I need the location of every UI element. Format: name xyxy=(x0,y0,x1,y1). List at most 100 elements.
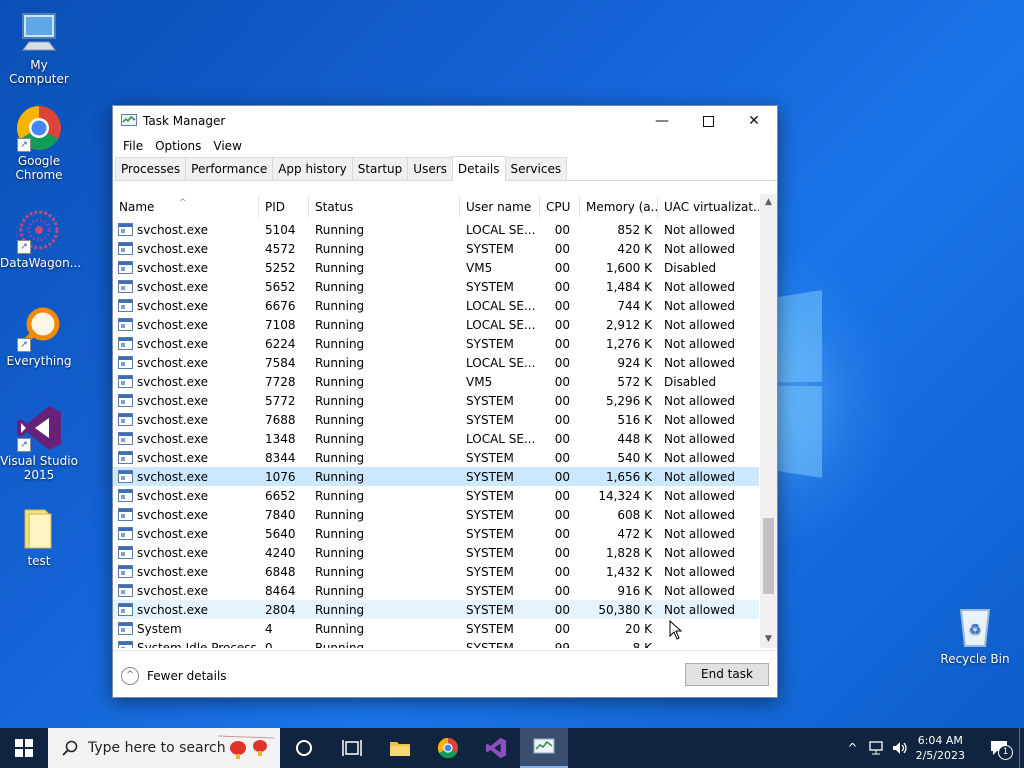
cell-memory: 8 K xyxy=(632,640,652,649)
recycle-bin-icon: ♻ xyxy=(951,602,999,650)
desktop-icon-datawagon[interactable]: ↗ DataWagon... xyxy=(0,206,81,270)
fewer-details-button[interactable]: ^ Fewer details xyxy=(121,667,227,685)
column-header-memory[interactable]: Memory (a... xyxy=(580,196,658,218)
cell-memory: 852 K xyxy=(617,222,652,237)
minimize-icon: — xyxy=(655,113,669,129)
close-button[interactable]: ✕ xyxy=(731,106,777,136)
column-header-user-name[interactable]: User name xyxy=(460,196,540,218)
table-row[interactable]: svchost.exe 1348 Running LOCAL SE... 00 448 K… xyxy=(113,429,759,448)
title-bar[interactable]: Task Manager — ✕ xyxy=(113,106,777,136)
cell-cpu: 00 xyxy=(554,412,570,427)
scrollbar-thumb[interactable] xyxy=(763,518,774,594)
table-row[interactable]: svchost.exe 6676 Running LOCAL SE... 00 744 K… xyxy=(113,296,759,315)
tab-app-history[interactable]: App history xyxy=(272,157,353,180)
table-row[interactable]: svchost.exe 7688 Running SYSTEM 00 516 K Not a… xyxy=(113,410,759,429)
task-view-button[interactable] xyxy=(328,728,376,768)
menu-file[interactable]: File xyxy=(117,139,149,153)
cell-memory: 1,484 K xyxy=(605,279,652,294)
column-header-name[interactable]: ^ Name xyxy=(113,196,259,218)
table-row[interactable]: svchost.exe 6848 Running SYSTEM 00 1,432 K Not… xyxy=(113,562,759,581)
tab-processes[interactable]: Processes xyxy=(115,157,187,180)
cell-pid: 7584 xyxy=(265,355,296,370)
show-desktop-button[interactable] xyxy=(1019,728,1024,768)
tab-users[interactable]: Users xyxy=(407,157,453,180)
cell-status: Running xyxy=(315,564,365,579)
table-row[interactable]: svchost.exe 5104 Running LOCAL SE... 00 852 K… xyxy=(113,220,759,239)
cell-user-name: SYSTEM xyxy=(466,602,514,617)
table-row[interactable]: svchost.exe 6652 Running SYSTEM 00 14,324 K No… xyxy=(113,486,759,505)
column-header-status[interactable]: Status xyxy=(309,196,460,218)
details-table: ^ Name PID Status User name CPU Memory (… xyxy=(113,194,777,648)
table-row[interactable]: svchost.exe 6224 Running SYSTEM 00 1,276 K Not… xyxy=(113,334,759,353)
cell-pid: 7108 xyxy=(265,317,296,332)
cell-uac-virtualization: Not allowed xyxy=(664,450,736,465)
table-row[interactable]: svchost.exe 1076 Running SYSTEM 00 1,656 K Not… xyxy=(113,467,759,486)
column-header-cpu[interactable]: CPU xyxy=(540,196,580,218)
network-icon[interactable] xyxy=(868,741,884,755)
process-icon xyxy=(118,527,133,540)
volume-icon[interactable] xyxy=(892,741,908,755)
table-row[interactable]: System Idle Process 0 Running SYSTEM 99 8 K xyxy=(113,638,759,648)
shortcut-arrow-icon: ↗ xyxy=(17,240,31,254)
desktop-icon-everything[interactable]: ↗ Everything xyxy=(0,304,78,368)
scroll-up-icon[interactable]: ▲ xyxy=(760,194,777,211)
menu-options[interactable]: Options xyxy=(149,139,207,153)
window-footer: ^ Fewer details End task xyxy=(113,650,777,698)
tab-performance[interactable]: Performance xyxy=(185,157,274,180)
column-header-uac-virtualization[interactable]: UAC virtualizat... xyxy=(658,196,759,218)
desktop-icon-visual-studio[interactable]: ↗ Visual Studio 2015 xyxy=(0,404,78,482)
table-row[interactable]: svchost.exe 7108 Running LOCAL SE... 00 2,912… xyxy=(113,315,759,334)
show-hidden-icons-chevron-icon[interactable]: ^ xyxy=(848,741,858,755)
cortana-button[interactable] xyxy=(280,728,328,768)
cell-process-name: svchost.exe xyxy=(113,413,259,427)
cell-pid: 5252 xyxy=(265,260,296,275)
cell-user-name: SYSTEM xyxy=(466,545,514,560)
table-row[interactable]: svchost.exe 5640 Running SYSTEM 00 472 K Not a… xyxy=(113,524,759,543)
table-row[interactable]: svchost.exe 7584 Running LOCAL SE... 00 924 K… xyxy=(113,353,759,372)
desktop-icon-test-folder[interactable]: test xyxy=(0,504,78,568)
cell-memory: 1,432 K xyxy=(605,564,652,579)
taskbar-search-box[interactable]: Type here to search xyxy=(48,728,280,768)
datawagon-icon: ↗ xyxy=(15,206,63,254)
cell-pid: 7688 xyxy=(265,412,296,427)
vertical-scrollbar[interactable]: ▲ ▼ xyxy=(760,194,777,648)
table-row[interactable]: svchost.exe 7840 Running SYSTEM 00 608 K Not a… xyxy=(113,505,759,524)
tab-services[interactable]: Services xyxy=(504,157,568,180)
everything-search-icon: ↗ xyxy=(15,304,63,352)
table-row[interactable]: svchost.exe 4572 Running SYSTEM 00 420 K Not a… xyxy=(113,239,759,258)
process-icon xyxy=(118,261,133,274)
menu-view[interactable]: View xyxy=(207,139,247,153)
taskbar-chrome[interactable] xyxy=(424,728,472,768)
table-row[interactable]: svchost.exe 8344 Running SYSTEM 00 540 K Not a… xyxy=(113,448,759,467)
svg-text:♻: ♻ xyxy=(969,622,982,638)
taskbar-file-explorer[interactable] xyxy=(376,728,424,768)
table-row[interactable]: svchost.exe 4240 Running SYSTEM 00 1,828 K Not… xyxy=(113,543,759,562)
desktop-icon-recycle-bin[interactable]: ♻ Recycle Bin xyxy=(936,602,1014,666)
scroll-down-icon[interactable]: ▼ xyxy=(760,631,777,648)
desktop-icon-my-computer[interactable]: My Computer xyxy=(0,8,78,86)
tab-details[interactable]: Details xyxy=(451,156,506,181)
cell-process-name: svchost.exe xyxy=(113,299,259,313)
table-row[interactable]: svchost.exe 5772 Running SYSTEM 00 5,296 K Not… xyxy=(113,391,759,410)
table-row[interactable]: svchost.exe 5652 Running SYSTEM 00 1,484 K Not… xyxy=(113,277,759,296)
taskbar-task-manager[interactable] xyxy=(520,728,568,768)
column-header-pid[interactable]: PID xyxy=(259,196,309,218)
desktop-icon-google-chrome[interactable]: ↗ Google Chrome xyxy=(0,104,78,182)
maximize-button[interactable] xyxy=(685,106,731,136)
cell-process-name: svchost.exe xyxy=(113,223,259,237)
table-row[interactable]: svchost.exe 8464 Running SYSTEM 00 916 K Not a… xyxy=(113,581,759,600)
table-row[interactable]: svchost.exe 5252 Running VM5 00 1,600 K Disabl… xyxy=(113,258,759,277)
table-row[interactable]: System 4 Running SYSTEM 00 20 K xyxy=(113,619,759,638)
action-center-button[interactable]: 1 xyxy=(979,728,1019,768)
cell-cpu: 00 xyxy=(554,621,570,636)
minimize-button[interactable]: — xyxy=(639,106,685,136)
end-task-button[interactable]: End task xyxy=(685,663,769,686)
table-row[interactable]: svchost.exe 2804 Running SYSTEM 00 50,380 K No… xyxy=(113,600,759,619)
visual-studio-icon: ↗ xyxy=(15,404,63,452)
tab-startup[interactable]: Startup xyxy=(351,157,409,180)
clock[interactable]: 6:04 AM 2/5/2023 xyxy=(916,733,965,763)
cell-status: Running xyxy=(315,545,365,560)
start-button[interactable] xyxy=(0,728,48,768)
taskbar-visual-studio[interactable] xyxy=(472,728,520,768)
table-row[interactable]: svchost.exe 7728 Running VM5 00 572 K Disabled xyxy=(113,372,759,391)
